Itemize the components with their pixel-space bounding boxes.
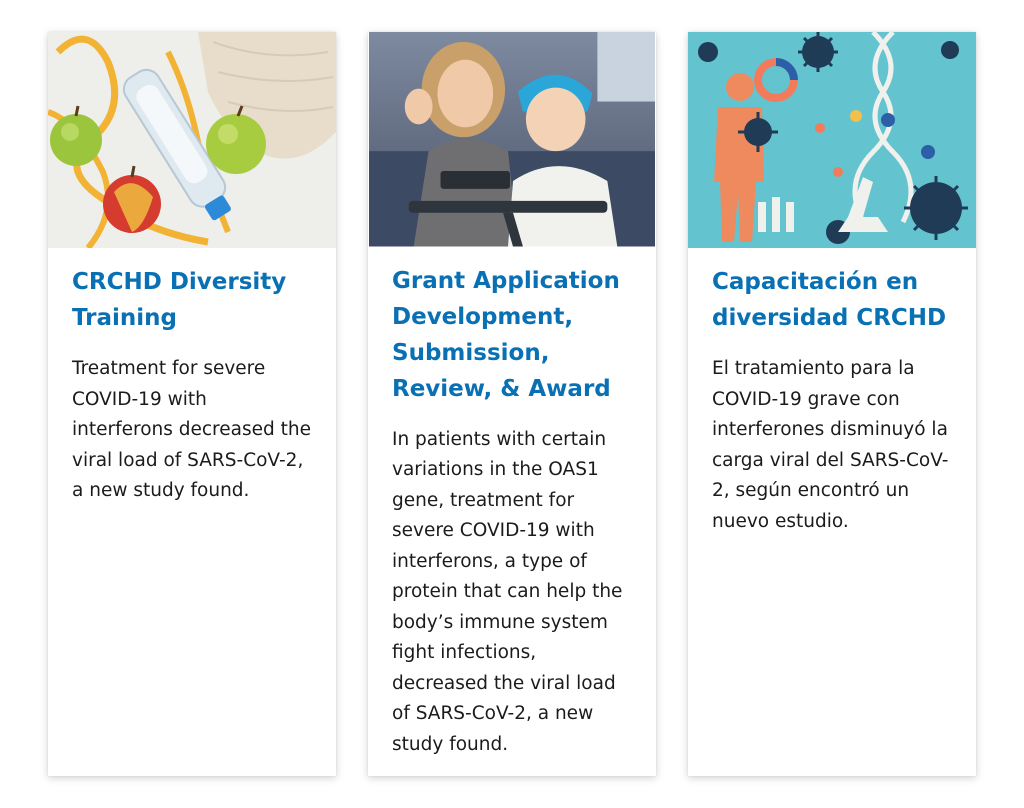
patient-video-call-photo-icon[interactable] — [368, 32, 656, 247]
card-body: Grant Application Development, Submissio… — [368, 247, 656, 777]
card-description: In patients with certain variations in t… — [392, 428, 623, 755]
card-capacitacion-diversidad[interactable]: Capacitación en diversidad CRCHD El trat… — [688, 32, 976, 776]
card-title[interactable]: Grant Application Development, Submissio… — [392, 263, 632, 407]
card-grant-application[interactable]: Grant Application Development, Submissio… — [368, 32, 656, 776]
card-description: El tratamiento para la COVID-19 grave co… — [712, 358, 949, 532]
card-title[interactable]: Capacitación en diversidad CRCHD — [712, 264, 952, 336]
card-crchd-diversity-training[interactable]: CRCHD Diversity Training Treatment for s… — [48, 32, 336, 776]
card-title[interactable]: CRCHD Diversity Training — [72, 264, 312, 336]
healthy-lifestyle-photo-icon[interactable] — [48, 32, 336, 248]
card-body: Capacitación en diversidad CRCHD El trat… — [688, 248, 976, 553]
card-body: CRCHD Diversity Training Treatment for s… — [48, 248, 336, 523]
card-description: Treatment for severe COVID-19 with inter… — [72, 358, 311, 501]
virus-dna-illustration-icon[interactable] — [688, 32, 976, 248]
card-grid: CRCHD Diversity Training Treatment for s… — [48, 32, 976, 776]
